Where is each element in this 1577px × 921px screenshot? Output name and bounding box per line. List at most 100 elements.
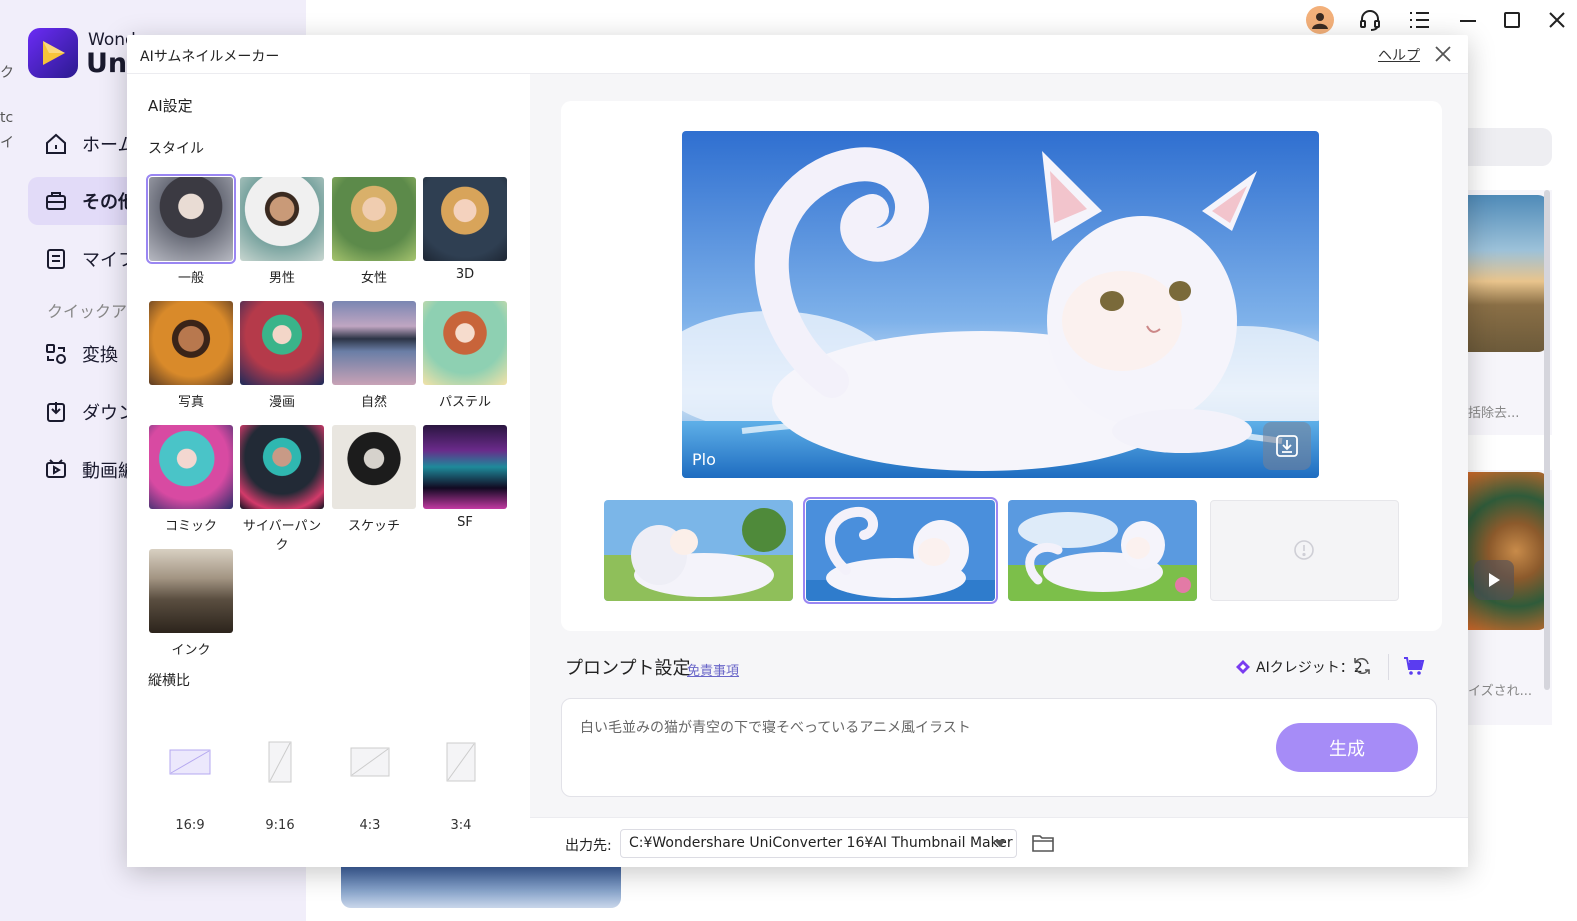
edge-text: tc: [0, 110, 14, 126]
play-icon[interactable]: [1474, 560, 1514, 600]
background-card-title: イズされ...: [1468, 684, 1533, 699]
aspect-ratio-heading: 縦横比: [148, 673, 190, 689]
prompt-settings-heading: プロンプト設定: [565, 658, 691, 679]
output-path-value: C:¥Wondershare UniConverter 16¥AI Thumbn…: [629, 835, 1013, 851]
account-avatar[interactable]: [1306, 6, 1334, 34]
edge-text: ク: [0, 65, 14, 81]
background-scrollbar[interactable]: [1544, 190, 1550, 690]
style-thumbnail: [149, 301, 233, 385]
cart-icon[interactable]: [1403, 655, 1425, 677]
style-thumbnail: [332, 301, 416, 385]
convert-icon: [44, 342, 68, 366]
style-label: スケッチ: [347, 519, 400, 534]
background-card-image: [1468, 472, 1548, 630]
result-image: [1008, 500, 1197, 601]
style-thumbnail: [240, 177, 324, 261]
style-heading: スタイル: [148, 141, 204, 157]
info-icon: [1293, 539, 1314, 560]
style-option-male[interactable]: 男性: [239, 177, 325, 286]
preview-card: Plo: [561, 101, 1442, 631]
ratio-9-16-icon: [268, 741, 292, 783]
output-bar: 出力先: C:¥Wondershare UniConverter 16¥AI T…: [530, 817, 1468, 867]
output-label: 出力先:: [565, 838, 612, 854]
result-image: [604, 500, 793, 601]
style-thumbnail: [332, 425, 416, 509]
video-edit-icon: [44, 458, 68, 482]
close-icon[interactable]: [1432, 43, 1454, 65]
style-thumbnail: [146, 174, 236, 264]
style-thumbnail: [240, 425, 324, 509]
generate-button[interactable]: 生成: [1276, 723, 1418, 772]
style-option-female[interactable]: 女性: [331, 177, 417, 286]
background-card-image: [341, 866, 621, 908]
ratio-label: 4:3: [359, 818, 381, 833]
style-option-cyberpunk[interactable]: サイバーパンク: [239, 425, 325, 553]
maximize-icon[interactable]: [1498, 6, 1526, 34]
style-thumbnail: [423, 177, 507, 261]
background-card-title: 括除去...: [1468, 406, 1520, 421]
ratio-option-9-16[interactable]: 9:16: [250, 740, 310, 833]
style-thumbnail: [332, 177, 416, 261]
style-label: サイバーパンク: [242, 519, 322, 553]
style-option-ink[interactable]: インク: [148, 549, 234, 658]
download-icon: [1276, 435, 1298, 457]
download-button[interactable]: [1263, 422, 1311, 470]
help-link[interactable]: ヘルプ: [1378, 45, 1420, 65]
minimize-icon[interactable]: [1454, 6, 1482, 34]
style-label: SF: [457, 515, 473, 530]
style-option-nature[interactable]: 自然: [331, 301, 417, 410]
style-thumbnail: [149, 549, 233, 633]
style-option-general[interactable]: 一般: [146, 174, 236, 286]
edge-text: イ: [0, 135, 14, 151]
ratio-16-9-icon: [169, 749, 211, 775]
style-label: 女性: [360, 271, 387, 286]
brand-name-big: Un: [86, 48, 128, 79]
style-option-sketch[interactable]: スケッチ: [331, 425, 417, 534]
ai-settings-heading: AI設定: [148, 97, 193, 115]
style-label: 自然: [360, 395, 387, 410]
background-search-bar: [1468, 128, 1552, 166]
divider: [1388, 654, 1389, 680]
style-option-3d[interactable]: 3D: [422, 177, 508, 282]
style-label: 一般: [177, 271, 204, 286]
support-headset-icon[interactable]: [1356, 6, 1384, 34]
folder-icon[interactable]: [1031, 832, 1055, 854]
style-thumbnail: [423, 425, 507, 509]
chevron-down-icon: [994, 840, 1006, 847]
ratio-option-16-9[interactable]: 16:9: [160, 740, 220, 833]
ratio-4-3-icon: [350, 747, 390, 777]
style-option-sf[interactable]: SF: [422, 425, 508, 530]
ratio-3-4-icon: [446, 742, 476, 782]
result-thumbnail[interactable]: [803, 497, 998, 604]
uniconverter-logo: [28, 28, 78, 78]
disclaimer-link[interactable]: 免責事項: [687, 660, 739, 679]
style-label: 3D: [455, 267, 475, 282]
ratio-label: 16:9: [175, 818, 205, 833]
main-preview-image[interactable]: Plo: [682, 131, 1319, 478]
style-option-manga[interactable]: 漫画: [239, 301, 325, 410]
nav-label: 変換: [82, 345, 118, 366]
watermark: Plo: [692, 450, 716, 469]
menu-list-icon[interactable]: [1405, 6, 1433, 34]
ratio-option-3-4[interactable]: 3:4: [431, 740, 491, 833]
result-thumbnail[interactable]: [604, 500, 793, 601]
ai-thumbnail-maker-dialog: AIサムネイルメーカー ヘルプ AI設定 スタイル 一般 男性 女性 3D 写真: [127, 35, 1468, 867]
ai-credit-text: AIクレジット：2: [1256, 660, 1363, 676]
close-window-icon[interactable]: [1543, 6, 1571, 34]
toolbox-icon: [44, 189, 68, 213]
style-option-pastel[interactable]: パステル: [422, 301, 508, 410]
download-icon: [44, 400, 68, 424]
style-option-comic[interactable]: コミック: [148, 425, 234, 534]
prompt-input[interactable]: [580, 719, 1260, 735]
prompt-box: 生成: [561, 698, 1437, 797]
background-card-image: [1468, 195, 1548, 352]
refresh-icon[interactable]: [1352, 656, 1372, 676]
style-option-photo[interactable]: 写真: [148, 301, 234, 410]
result-thumbnail[interactable]: [1008, 500, 1197, 601]
output-path-select[interactable]: C:¥Wondershare UniConverter 16¥AI Thumbn…: [620, 829, 1017, 858]
preview-panel: Plo プロンプト設定 免責事項 AIクレジット：2 白い毛並みの猫が青空の下で…: [530, 74, 1468, 817]
style-label: パステル: [438, 395, 491, 410]
ratio-option-4-3[interactable]: 4:3: [340, 740, 400, 833]
file-icon: [44, 247, 68, 271]
user-icon: [1306, 6, 1334, 34]
